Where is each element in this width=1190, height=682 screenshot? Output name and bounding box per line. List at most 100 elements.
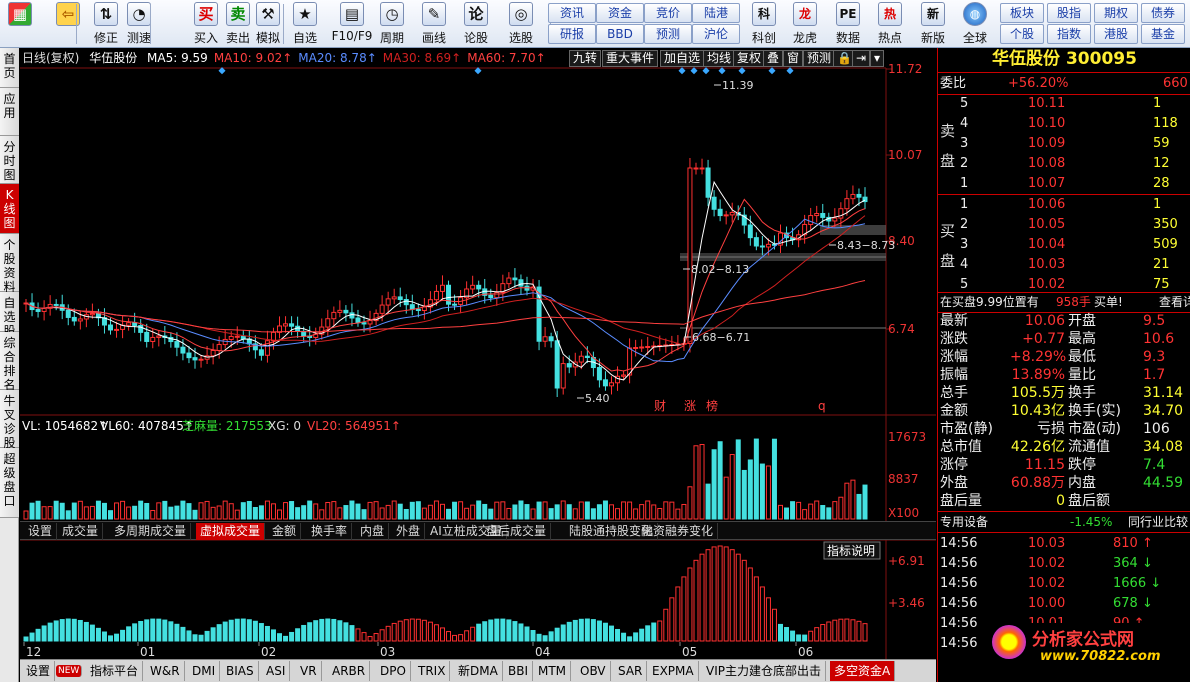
- indicator-bar: [470, 626, 476, 642]
- indicator-tab-15[interactable]: SAR: [614, 661, 648, 681]
- left-tab-6[interactable]: 综合排名: [0, 332, 19, 392]
- toolbar-up-down-arrows-button[interactable]: ⇅ 修正: [90, 2, 122, 46]
- toolbar-pe-data-button[interactable]: PE 数据: [830, 2, 866, 46]
- price-axis-label: 11.72: [888, 62, 922, 76]
- indicator-tab-4[interactable]: DMI: [188, 661, 221, 681]
- candlestick-chart[interactable]: 11.7210.078.406.7411.398.02−8.138.43−8.7…: [20, 48, 936, 682]
- subtab-5[interactable]: 换手率: [307, 523, 353, 540]
- month-label: 05: [682, 645, 697, 659]
- left-tab-2[interactable]: 分时图: [0, 136, 19, 184]
- stock-picker-label: 选股: [508, 31, 533, 45]
- volume-vl20: VL20: 564951↑: [307, 419, 401, 433]
- indicator-bar: [427, 621, 433, 642]
- subtab-1[interactable]: 成交量: [58, 523, 104, 540]
- volume-bar: [439, 503, 445, 520]
- left-tab-8[interactable]: 超级盘口: [0, 448, 19, 518]
- market-link-7[interactable]: 基金: [1141, 24, 1185, 44]
- market-link-1[interactable]: 股指: [1047, 3, 1091, 23]
- toolbar-forum-button[interactable]: 论论股: [460, 2, 492, 46]
- subtab-0[interactable]: 设置: [24, 523, 58, 540]
- indicator-tab-12[interactable]: BBI: [504, 661, 534, 681]
- quick-link-3[interactable]: 陆港: [692, 3, 740, 23]
- indicator-tab-7[interactable]: VR: [296, 661, 322, 681]
- toolbar-period-clock-button[interactable]: ◷ 周期: [376, 2, 408, 46]
- indicator-tab-17[interactable]: VIP主力建仓底部出击: [702, 661, 826, 681]
- indicator-tab-8[interactable]: ARBR: [328, 661, 371, 681]
- market-link-6[interactable]: 港股: [1094, 24, 1138, 44]
- left-tab-3[interactable]: K线图: [0, 184, 19, 234]
- stat-value: 60.88万: [1010, 475, 1065, 491]
- quick-link-4[interactable]: 研报: [548, 24, 596, 44]
- indicator-bar: [452, 634, 458, 642]
- quick-link-7[interactable]: 沪伦: [692, 24, 740, 44]
- candle-body: [65, 309, 71, 318]
- indicator-tab-1[interactable]: NEW: [56, 665, 83, 677]
- dragon-tiger-label: 龙虎: [792, 31, 817, 45]
- quick-link-6[interactable]: 预测: [644, 24, 692, 44]
- left-tab-1[interactable]: 应用: [0, 88, 19, 136]
- toolbar-back-arrow-button[interactable]: ⇦: [52, 2, 84, 46]
- subtab-11[interactable]: 融资融券变化: [637, 523, 719, 540]
- volume-bar: [512, 504, 518, 520]
- indicator-tab-11[interactable]: 新DMA: [454, 661, 503, 681]
- toolbar-f10-button[interactable]: ▤ F10/F9: [330, 2, 374, 46]
- left-tab-4[interactable]: 个股资料: [0, 234, 19, 294]
- indicator-bar: [729, 549, 735, 642]
- indicator-tab-0[interactable]: 设置: [22, 661, 56, 681]
- stat-value-2: 34.70: [1143, 403, 1184, 419]
- indicator-tab-13[interactable]: MTM: [534, 661, 572, 681]
- toolbar-hammer-button[interactable]: ⚒ 模拟: [252, 2, 284, 46]
- volume-bar: [65, 510, 71, 520]
- quick-link-5[interactable]: BBD: [596, 24, 644, 44]
- price-annotation-4: 5.40: [585, 392, 610, 405]
- toolbar-hotspot-button[interactable]: 热热点: [872, 2, 908, 46]
- ma30-line: [25, 215, 866, 346]
- toolbar-sell-button[interactable]: 卖卖出: [222, 2, 254, 46]
- toolbar-favorites-button[interactable]: ★ 自选: [289, 2, 321, 46]
- indicator-tab-6[interactable]: ASI: [262, 661, 291, 681]
- indicator-tab-14[interactable]: OBV: [576, 661, 611, 681]
- left-tab-7[interactable]: 牛叉诊股: [0, 390, 19, 450]
- subtab-2[interactable]: 多周期成交量: [110, 523, 192, 540]
- subtab-3[interactable]: 虚拟成交量: [196, 523, 266, 540]
- left-tab-5[interactable]: 自选股: [0, 292, 19, 338]
- subtab-9[interactable]: 盘后成交量: [482, 523, 552, 540]
- toolbar-star-market-button[interactable]: 科科创: [746, 2, 782, 46]
- toolbar-new-version-button[interactable]: 新新版: [915, 2, 951, 46]
- indicator-tab-3[interactable]: W&R: [146, 661, 185, 681]
- toolbar-buy-button[interactable]: 买买入: [190, 2, 222, 46]
- market-link-0[interactable]: 板块: [1000, 3, 1044, 23]
- quick-link-0[interactable]: 资讯: [548, 3, 596, 23]
- volume-bar: [126, 506, 132, 520]
- f10-icon: ▤: [340, 2, 364, 26]
- volume-bar: [367, 501, 373, 520]
- market-link-5[interactable]: 指数: [1047, 24, 1091, 44]
- subtab-6[interactable]: 内盘: [356, 523, 390, 540]
- indicator-tab-10[interactable]: TRIX: [414, 661, 451, 681]
- volume-bar: [802, 509, 808, 520]
- kline-chart-area[interactable]: 日线(复权) 华伍股份 MA5: 9.59 MA10: 9.02↑ MA20: 8.…: [20, 48, 936, 682]
- toolbar-dragon-tiger-button[interactable]: 龙龙虎: [787, 2, 823, 46]
- indicator-tab-2[interactable]: 指标平台: [86, 661, 144, 681]
- indicator-bar: [132, 623, 138, 642]
- left-tab-0[interactable]: 首页: [0, 48, 19, 88]
- bid-row: 4 10.03 21: [938, 255, 1190, 275]
- indicator-bar: [385, 625, 391, 642]
- indicator-tab-5[interactable]: BIAS: [222, 661, 259, 681]
- toolbar-globe-button[interactable]: ◍ 全球: [957, 2, 993, 46]
- quick-link-2[interactable]: 竞价: [644, 3, 692, 23]
- indicator-tab-9[interactable]: DPO: [376, 661, 411, 681]
- indicator-tab-18[interactable]: 多空资金A: [830, 661, 896, 681]
- candle-body: [844, 198, 850, 210]
- forum-icon: 论: [464, 2, 488, 26]
- market-link-2[interactable]: 期权: [1094, 3, 1138, 23]
- subtab-4[interactable]: 金额: [268, 523, 302, 540]
- market-link-4[interactable]: 个股: [1000, 24, 1044, 44]
- market-link-3[interactable]: 债券: [1141, 3, 1185, 23]
- toolbar-windows-logo-button[interactable]: ▦: [4, 2, 36, 46]
- indicator-tab-16[interactable]: EXPMA: [648, 661, 699, 681]
- toolbar-pencil-button[interactable]: ✎ 画线: [418, 2, 450, 46]
- subtab-7[interactable]: 外盘: [392, 523, 426, 540]
- quick-link-1[interactable]: 资金: [596, 3, 644, 23]
- toolbar-stock-picker-button[interactable]: ◎ 选股: [505, 2, 537, 46]
